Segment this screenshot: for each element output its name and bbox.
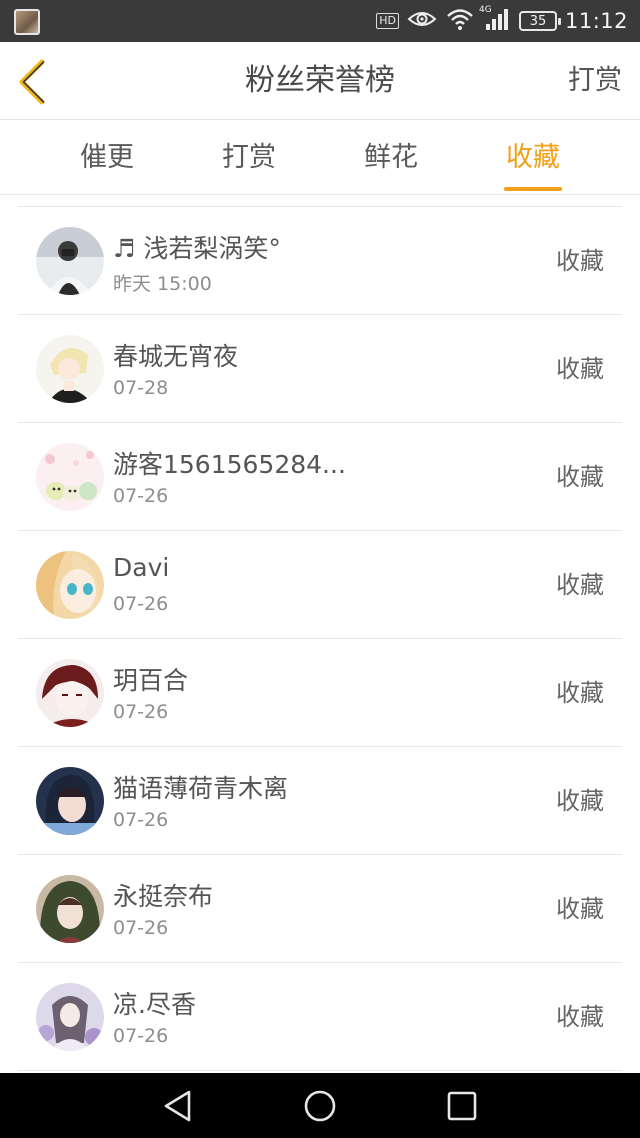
list-item[interactable]: 游客1561565284... 07-26 收藏 <box>18 423 622 531</box>
recent-square-icon <box>447 1091 477 1121</box>
fan-name: 凉.尽香 <box>113 990 196 1019</box>
wifi-icon <box>445 7 475 35</box>
tab-reward[interactable]: 打赏 <box>189 121 309 195</box>
nav-back-button[interactable] <box>161 1089 195 1123</box>
fan-action-label: 收藏 <box>556 571 604 599</box>
list-item[interactable]: Davi 07-26 收藏 <box>18 531 622 639</box>
list-item[interactable]: 猫语薄荷青木离 07-26 收藏 <box>18 747 622 855</box>
fan-action-label: 收藏 <box>556 247 604 275</box>
battery-icon: 35 <box>518 11 561 31</box>
fan-list[interactable]: ♬ 浅若梨涡笑° 昨天 15:00 收藏 春城无宵夜 07-28 收藏 游客15… <box>0 195 640 1073</box>
avatar[interactable] <box>36 551 104 619</box>
fan-date: 07-26 <box>113 593 169 615</box>
tab-bar: 催更 打赏 鲜花 收藏 <box>0 121 640 195</box>
fan-action-label: 收藏 <box>556 355 604 383</box>
active-tab-indicator <box>504 187 562 191</box>
avatar[interactable] <box>36 983 104 1051</box>
fan-date: 07-26 <box>113 1025 169 1047</box>
fan-action-label: 收藏 <box>556 1003 604 1031</box>
nav-home-button[interactable] <box>303 1089 337 1123</box>
status-clock: 11:12 <box>564 9 628 33</box>
nav-recent-button[interactable] <box>445 1089 479 1123</box>
signal-icon: 4G <box>479 5 511 35</box>
tab-flowers[interactable]: 鲜花 <box>331 121 451 195</box>
network-type-label: 4G <box>478 5 492 15</box>
fan-name: 永挺奈布 <box>113 882 214 911</box>
fan-action-label: 收藏 <box>556 679 604 707</box>
tab-label: 收藏 <box>506 142 560 173</box>
fan-action-label: 收藏 <box>556 463 604 491</box>
hd-badge: HD <box>376 13 399 29</box>
page-title: 粉丝荣誉榜 <box>245 63 395 98</box>
avatar[interactable] <box>36 875 104 943</box>
fan-date: 07-26 <box>113 485 169 507</box>
list-item[interactable]: ♬ 浅若梨涡笑° 昨天 15:00 收藏 <box>18 207 622 315</box>
avatar[interactable] <box>36 659 104 727</box>
tab-label: 打赏 <box>222 142 276 173</box>
status-bar: HD 4G 35 11:12 <box>0 0 640 42</box>
avatar[interactable] <box>36 443 104 511</box>
list-item[interactable]: 春城无宵夜 07-28 收藏 <box>18 315 622 423</box>
eye-icon <box>407 8 437 34</box>
fan-name: Davi <box>113 553 170 582</box>
tab-favorites[interactable]: 收藏 <box>473 121 593 195</box>
avatar[interactable] <box>36 335 104 403</box>
fan-date: 07-26 <box>113 701 169 723</box>
fan-name: ♬ 浅若梨涡笑° <box>113 234 281 263</box>
back-triangle-icon <box>164 1090 191 1122</box>
tab-label: 鲜花 <box>364 142 418 173</box>
battery-level: 35 <box>529 13 547 29</box>
reward-button[interactable]: 打赏 <box>568 42 622 120</box>
avatar[interactable] <box>36 227 104 295</box>
fan-action-label: 收藏 <box>556 895 604 923</box>
header-bar: 粉丝荣誉榜 打赏 <box>0 42 640 120</box>
fan-action-label: 收藏 <box>556 787 604 815</box>
avatar[interactable] <box>36 767 104 835</box>
fan-date: 07-26 <box>113 809 169 831</box>
tab-label: 催更 <box>80 142 134 173</box>
fan-name: 春城无宵夜 <box>113 342 239 371</box>
fan-name: 玥百合 <box>113 666 189 695</box>
home-circle-icon <box>304 1090 336 1122</box>
fan-name: 猫语薄荷青木离 <box>113 774 289 803</box>
list-item[interactable]: 永挺奈布 07-26 收藏 <box>18 855 622 963</box>
fan-name: 游客1561565284... <box>113 450 346 479</box>
fan-date: 07-28 <box>113 377 169 399</box>
list-item[interactable]: 凉.尽香 07-26 收藏 <box>18 963 622 1071</box>
tab-urge[interactable]: 催更 <box>47 121 167 195</box>
system-nav-bar <box>0 1073 640 1138</box>
list-item[interactable]: 玥百合 07-26 收藏 <box>18 639 622 747</box>
fan-date: 07-26 <box>113 917 169 939</box>
notification-thumbnail <box>14 9 40 35</box>
status-icons: HD 4G 35 11:12 <box>376 0 628 42</box>
fan-date: 昨天 15:00 <box>113 273 212 295</box>
